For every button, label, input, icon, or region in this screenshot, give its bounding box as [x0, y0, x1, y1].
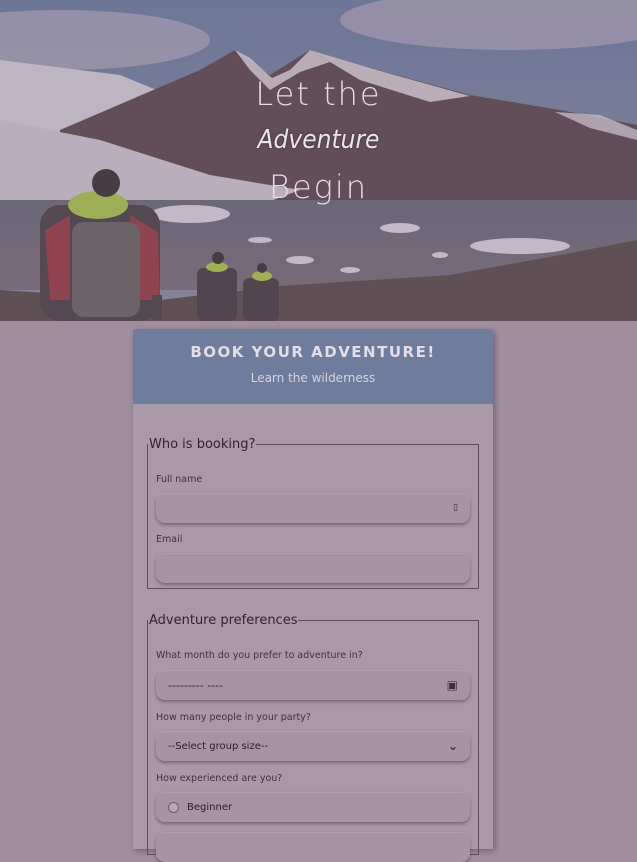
full-name-input[interactable]: ▯ [156, 493, 470, 523]
booking-card: Book your adventure! Learn the wildernes… [133, 329, 493, 862]
chevron-down-icon: ⌄ [447, 739, 458, 753]
experience-option-next[interactable] [156, 832, 470, 862]
booking-legend: Who is booking? [149, 437, 256, 452]
experience-option-label: Beginner [187, 801, 233, 813]
hero-title-line-2: Adventure [257, 125, 380, 155]
preferences-legend: Adventure preferences [149, 613, 298, 628]
email-input[interactable] [156, 553, 470, 583]
calendar-icon[interactable]: ▣ [447, 678, 458, 692]
experience-option-beginner[interactable]: Beginner [156, 792, 470, 822]
month-input-value: --------- ---- [168, 678, 224, 692]
preferences-fieldset: Adventure preferences What month do you … [147, 613, 479, 862]
card-subtitle: Learn the wilderness [250, 371, 376, 385]
party-size-label: How many people in your party? [156, 712, 311, 723]
hero-title-line-3: Begin [268, 168, 368, 206]
booking-fieldset: Who is booking? Full name ▯ Email [147, 437, 479, 589]
party-size-value: --Select group size-- [168, 740, 269, 752]
card-header: Book your adventure! Learn the wildernes… [133, 329, 493, 404]
party-size-select[interactable]: --Select group size-- ⌄ [156, 731, 470, 761]
email-label: Email [156, 534, 183, 545]
month-input[interactable]: --------- ---- ▣ [156, 670, 470, 700]
radio-button[interactable] [168, 801, 179, 813]
hero-title-line-1: Let the [255, 75, 382, 113]
hero-banner: Let the Adventure Begin [0, 0, 637, 321]
card-title: Book your adventure! [190, 343, 436, 361]
experience-label: How experienced are you? [156, 773, 283, 784]
full-name-label: Full name [156, 474, 203, 485]
autofill-icon[interactable]: ▯ [453, 503, 458, 513]
hero-title: Let the Adventure Begin [0, 72, 637, 210]
month-label: What month do you prefer to adventure in… [156, 650, 363, 661]
